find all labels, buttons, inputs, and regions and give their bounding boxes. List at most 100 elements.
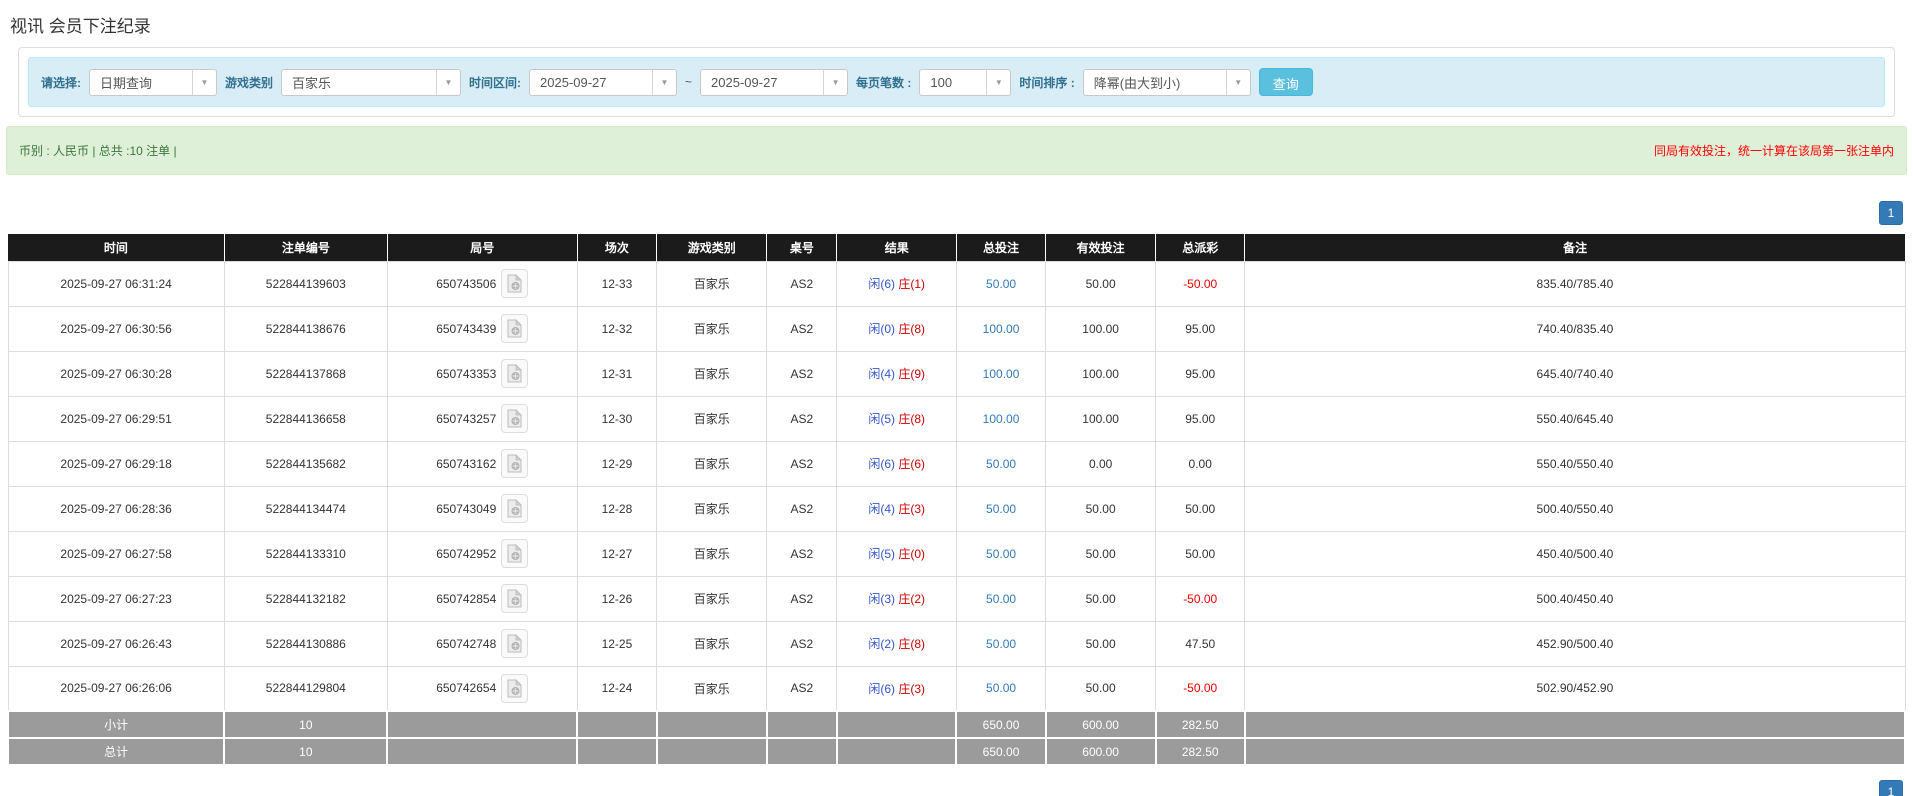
date-to-select[interactable]: 2025-09-27 ▼ [700,69,848,96]
chevron-down-icon: ▼ [823,70,847,95]
total-row-cell: 650.00 [956,738,1045,765]
cell-time: 2025-09-27 06:28:36 [8,486,224,531]
video-replay-button[interactable] [501,494,528,523]
total-bet-link[interactable]: 50.00 [986,457,1016,471]
page-button-1[interactable]: 1 [1879,780,1903,796]
total-bet-link[interactable]: 50.00 [986,637,1016,651]
video-replay-icon [506,319,523,338]
cell-time: 2025-09-27 06:31:24 [8,261,224,306]
cell-table-no: AS2 [767,396,837,441]
pagination-top: 1 [10,201,1903,225]
cell-table-no: AS2 [767,666,837,711]
cell-bet-id: 522844134474 [224,486,387,531]
total-bet-link[interactable]: 50.00 [986,681,1016,695]
cell-valid-bet: 50.00 [1046,666,1156,711]
cell-time: 2025-09-27 06:29:51 [8,396,224,441]
cell-payout: 95.00 [1156,396,1245,441]
sort-order-select[interactable]: 降幂(由大到小) ▼ [1083,69,1251,96]
cell-remark: 452.90/500.40 [1245,621,1905,666]
total-bet-link[interactable]: 50.00 [986,547,1016,561]
cell-total-bet: 100.00 [956,396,1045,441]
column-header-1: 注单编号 [224,234,387,261]
video-replay-icon [506,499,523,518]
video-replay-button[interactable] [501,314,528,343]
result-banker: 庄(8) [898,637,925,651]
video-replay-button[interactable] [501,629,528,658]
column-header-5: 桌号 [767,234,837,261]
date-from-select[interactable]: 2025-09-27 ▼ [529,69,677,96]
cell-round-id: 650743439 [387,306,577,351]
table-row: 2025-09-27 06:30:56522844138676650743439… [8,306,1905,351]
cell-round-id: 650742952 [387,531,577,576]
subtotal-row-cell: 10 [224,711,387,738]
total-bet-link[interactable]: 100.00 [983,322,1020,336]
cell-result: 闲(3) 庄(2) [837,576,957,621]
cell-bet-id: 522844129804 [224,666,387,711]
cell-game-type: 百家乐 [657,621,767,666]
video-replay-icon [506,544,523,563]
column-header-7: 总投注 [956,234,1045,261]
total-row-cell: 总计 [8,738,224,765]
page-button-1[interactable]: 1 [1879,201,1903,225]
video-replay-icon [506,589,523,608]
total-bet-link[interactable]: 100.00 [983,367,1020,381]
search-button[interactable]: 查询 [1259,68,1313,96]
subtotal-row-cell: 650.00 [956,711,1045,738]
video-replay-icon [506,634,523,653]
video-replay-button[interactable] [501,449,528,478]
subtotal-row: 小计10650.00600.00282.50 [8,711,1905,738]
table-row: 2025-09-27 06:31:24522844139603650743506… [8,261,1905,306]
query-type-select[interactable]: 日期查询 ▼ [89,69,217,96]
total-row-cell [767,738,837,765]
summary-bar: 币别 : 人民币 | 总共 :10 注单 | 同局有效投注，统一计算在该局第一张… [6,126,1907,175]
column-header-2: 局号 [387,234,577,261]
result-player: 闲(6) [868,277,895,291]
video-replay-button[interactable] [501,539,528,568]
total-bet-link[interactable]: 50.00 [986,277,1016,291]
currency-total-summary: 币别 : 人民币 | 总共 :10 注单 | [19,142,177,159]
video-replay-button[interactable] [501,269,528,298]
video-replay-button[interactable] [501,404,528,433]
video-replay-button[interactable] [501,584,528,613]
cell-remark: 835.40/785.40 [1245,261,1905,306]
cell-table-no: AS2 [767,486,837,531]
total-bet-link[interactable]: 50.00 [986,502,1016,516]
page-size-select[interactable]: 100 ▼ [919,69,1011,96]
subtotal-row-cell [1245,711,1905,738]
chevron-down-icon: ▼ [436,70,460,95]
cell-total-bet: 50.00 [956,666,1045,711]
video-replay-button[interactable] [501,674,528,703]
game-type-select[interactable]: 百家乐 ▼ [281,69,461,96]
cell-game-type: 百家乐 [657,261,767,306]
cell-table-no: AS2 [767,261,837,306]
table-header-row: 时间注单编号局号场次游戏类别桌号结果总投注有效投注总派彩备注 [8,234,1905,261]
cell-payout: 0.00 [1156,441,1245,486]
cell-result: 闲(4) 庄(3) [837,486,957,531]
video-replay-icon [506,454,523,473]
cell-bet-id: 522844135682 [224,441,387,486]
cell-total-bet: 50.00 [956,441,1045,486]
cell-table-no: AS2 [767,306,837,351]
result-player: 闲(6) [868,457,895,471]
cell-valid-bet: 0.00 [1046,441,1156,486]
cell-round-id: 650743049 [387,486,577,531]
game-type-label: 游戏类别 [225,74,273,91]
cell-result: 闲(5) 庄(0) [837,531,957,576]
cell-remark: 450.40/500.40 [1245,531,1905,576]
total-bet-link[interactable]: 50.00 [986,592,1016,606]
total-row-cell: 600.00 [1046,738,1156,765]
cell-remark: 550.40/645.40 [1245,396,1905,441]
video-replay-icon [506,364,523,383]
table-row: 2025-09-27 06:29:51522844136658650743257… [8,396,1905,441]
result-banker: 庄(0) [898,547,925,561]
cell-table-no: AS2 [767,531,837,576]
cell-payout: -50.00 [1156,666,1245,711]
result-player: 闲(2) [868,637,895,651]
total-bet-link[interactable]: 100.00 [983,412,1020,426]
video-replay-button[interactable] [501,359,528,388]
cell-bet-id: 522844139603 [224,261,387,306]
column-header-0: 时间 [8,234,224,261]
cell-total-bet: 50.00 [956,261,1045,306]
table-row: 2025-09-27 06:28:36522844134474650743049… [8,486,1905,531]
cell-session: 12-28 [577,486,657,531]
